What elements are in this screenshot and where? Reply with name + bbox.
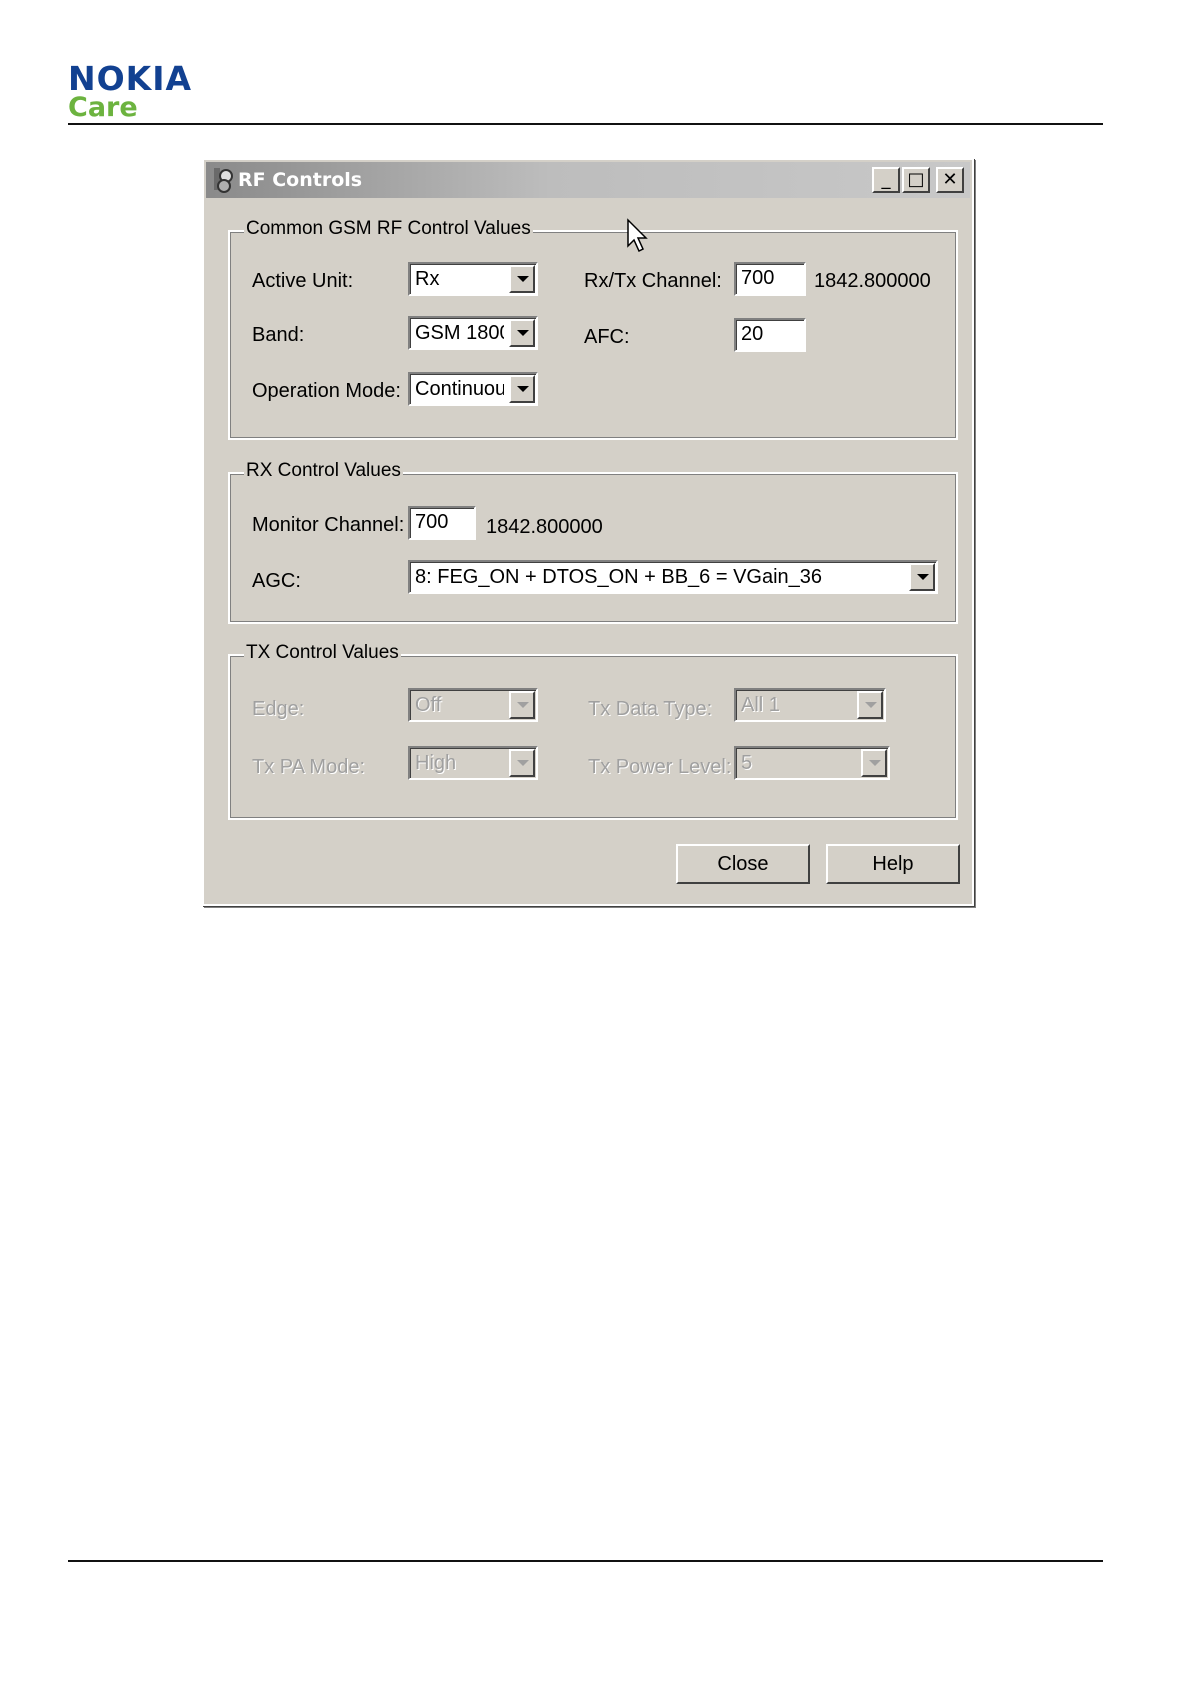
rf-controls-window: RF Controls _ □ ✕ Common GSM RF Control … xyxy=(202,158,974,906)
tx-control-group: TX Control Values Edge: Off Tx PA Mode: … xyxy=(228,642,958,820)
maximize-icon: □ xyxy=(907,169,925,190)
chevron-down-icon[interactable] xyxy=(509,319,535,347)
chevron-down-icon xyxy=(861,749,887,777)
maximize-button[interactable]: □ xyxy=(902,167,930,193)
afc-input[interactable]: 20 xyxy=(734,318,806,352)
close-button[interactable]: Close xyxy=(676,844,810,884)
footer-rule xyxy=(68,1560,1103,1562)
chevron-down-icon xyxy=(509,749,535,777)
monitor-channel-input[interactable]: 700 xyxy=(408,506,476,540)
tx-control-legend: TX Control Values xyxy=(244,642,401,664)
tx-power-level-select: 5 xyxy=(734,746,890,780)
operation-mode-label: Operation Mode: xyxy=(252,380,401,402)
title-bar[interactable]: RF Controls _ □ ✕ xyxy=(206,162,970,198)
chevron-down-icon xyxy=(857,691,883,719)
nokia-care-logo: NOKIA Care xyxy=(68,62,192,122)
common-gsm-legend: Common GSM RF Control Values xyxy=(244,218,533,240)
header-rule xyxy=(68,123,1103,125)
agc-label: AGC: xyxy=(252,570,301,592)
agc-select[interactable]: 8: FEG_ON + DTOS_ON + BB_6 = VGain_36 xyxy=(408,560,938,594)
help-button[interactable]: Help xyxy=(826,844,960,884)
active-unit-select[interactable]: Rx xyxy=(408,262,538,296)
chevron-down-icon[interactable] xyxy=(909,563,935,591)
window-title: RF Controls xyxy=(238,169,363,191)
monitor-channel-label: Monitor Channel: xyxy=(252,514,405,536)
app-icon xyxy=(210,166,236,194)
rxtx-frequency: 1842.800000 xyxy=(814,270,931,292)
chevron-down-icon xyxy=(509,691,535,719)
tx-pa-mode-select: High xyxy=(408,746,538,780)
minimize-button[interactable]: _ xyxy=(872,167,900,193)
afc-label: AFC: xyxy=(584,326,630,348)
edge-select: Off xyxy=(408,688,538,722)
care-wordmark: Care xyxy=(68,92,138,123)
common-gsm-group: Common GSM RF Control Values Active Unit… xyxy=(228,218,958,440)
edge-label: Edge: xyxy=(252,698,305,720)
chevron-down-icon[interactable] xyxy=(509,375,535,403)
rxtx-channel-input[interactable]: 700 xyxy=(734,262,806,296)
monitor-frequency: 1842.800000 xyxy=(486,516,603,538)
rxtx-channel-label: Rx/Tx Channel: xyxy=(584,270,722,292)
rx-control-legend: RX Control Values xyxy=(244,460,403,482)
chevron-down-icon[interactable] xyxy=(509,265,535,293)
close-icon: ✕ xyxy=(942,169,958,190)
tx-power-level-label: Tx Power Level: xyxy=(588,756,732,778)
mouse-cursor-icon xyxy=(626,218,650,259)
close-window-button[interactable]: ✕ xyxy=(936,167,964,193)
minimize-icon: _ xyxy=(881,169,891,190)
band-label: Band: xyxy=(252,324,305,346)
band-select[interactable]: GSM 1800 xyxy=(408,316,538,350)
tx-data-type-label: Tx Data Type: xyxy=(588,698,713,720)
nokia-wordmark: NOKIA xyxy=(68,59,193,98)
rx-control-group: RX Control Values Monitor Channel: 700 1… xyxy=(228,460,958,624)
tx-data-type-select: All 1 xyxy=(734,688,886,722)
active-unit-label: Active Unit: xyxy=(252,270,354,292)
tx-pa-mode-label: Tx PA Mode: xyxy=(252,756,366,778)
operation-mode-select[interactable]: Continuous xyxy=(408,372,538,406)
